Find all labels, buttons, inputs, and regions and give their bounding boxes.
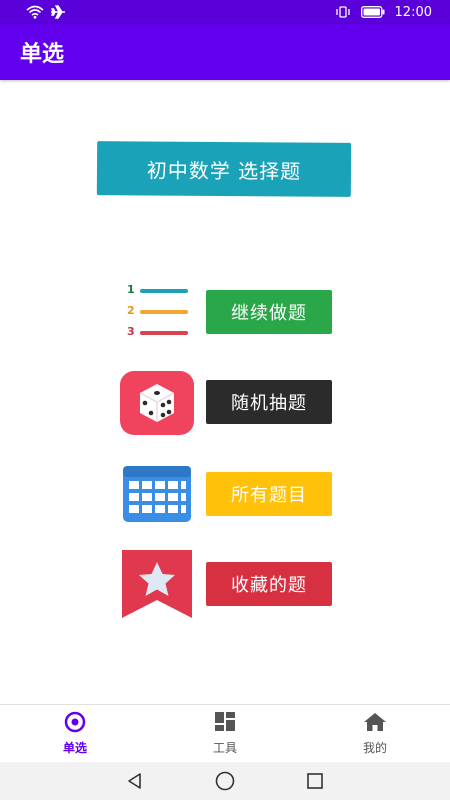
- nav-item-tools-label: 工具: [212, 741, 237, 755]
- all-questions-button[interactable]: 所有题目: [206, 472, 332, 516]
- menu-row-random[interactable]: 随机抽题: [118, 368, 338, 438]
- list-number-3: 3: [127, 325, 135, 338]
- all-questions-button-label: 所有题目: [231, 485, 307, 506]
- favorites-button[interactable]: 收藏的题: [206, 562, 332, 606]
- app-bar: 单选: [0, 24, 450, 80]
- menu-row-all[interactable]: 所有题目: [118, 460, 338, 530]
- status-left: [26, 5, 66, 19]
- status-bar: 12:00: [0, 0, 450, 24]
- nav-item-single-label: 单选: [62, 741, 87, 755]
- dice-icon: [118, 368, 196, 438]
- nav-item-tools[interactable]: 工具: [150, 705, 300, 762]
- favorites-button-label: 收藏的题: [231, 575, 307, 596]
- continue-button-label: 继续做题: [231, 303, 307, 324]
- continue-button[interactable]: 继续做题: [206, 290, 332, 334]
- radio-target-icon: [62, 711, 88, 736]
- numbered-list-icon: 1 2 3: [118, 280, 196, 350]
- random-button-label: 随机抽题: [231, 393, 307, 414]
- title-banner: 初中数学 选择题: [96, 141, 352, 197]
- system-nav: [0, 762, 450, 800]
- title-banner-text: 初中数学 选择题: [146, 157, 302, 184]
- battery-icon: [360, 6, 385, 18]
- main-content: 初中数学 选择题 1 2 3 继续做题 随机抽题 所有题目 收藏的题: [0, 80, 450, 704]
- nav-item-mine-label: 我的: [362, 741, 387, 755]
- star-bookmark-icon: [118, 550, 196, 620]
- home-circle-icon[interactable]: [210, 766, 240, 796]
- menu-row-favorites[interactable]: 收藏的题: [118, 550, 338, 620]
- calendar-grid-icon: [118, 460, 196, 530]
- list-number-2: 2: [127, 304, 135, 317]
- home-icon: [362, 711, 388, 736]
- menu-row-continue[interactable]: 1 2 3 继续做题: [118, 280, 338, 350]
- vibrate-icon: [335, 6, 351, 18]
- random-button[interactable]: 随机抽题: [206, 380, 332, 424]
- status-right: 12:00: [335, 5, 432, 20]
- airplane-icon: [50, 5, 66, 19]
- nav-item-single[interactable]: 单选: [0, 705, 150, 762]
- grid-tools-icon: [212, 711, 238, 736]
- nav-item-mine[interactable]: 我的: [300, 705, 450, 762]
- wifi-icon: [26, 5, 44, 19]
- back-icon[interactable]: [120, 766, 150, 796]
- bottom-nav: 单选 工具 我的: [0, 704, 450, 762]
- list-number-1: 1: [127, 283, 135, 296]
- status-time: 12:00: [394, 4, 432, 20]
- page-title: 单选: [20, 42, 65, 67]
- recents-icon[interactable]: [300, 766, 330, 796]
